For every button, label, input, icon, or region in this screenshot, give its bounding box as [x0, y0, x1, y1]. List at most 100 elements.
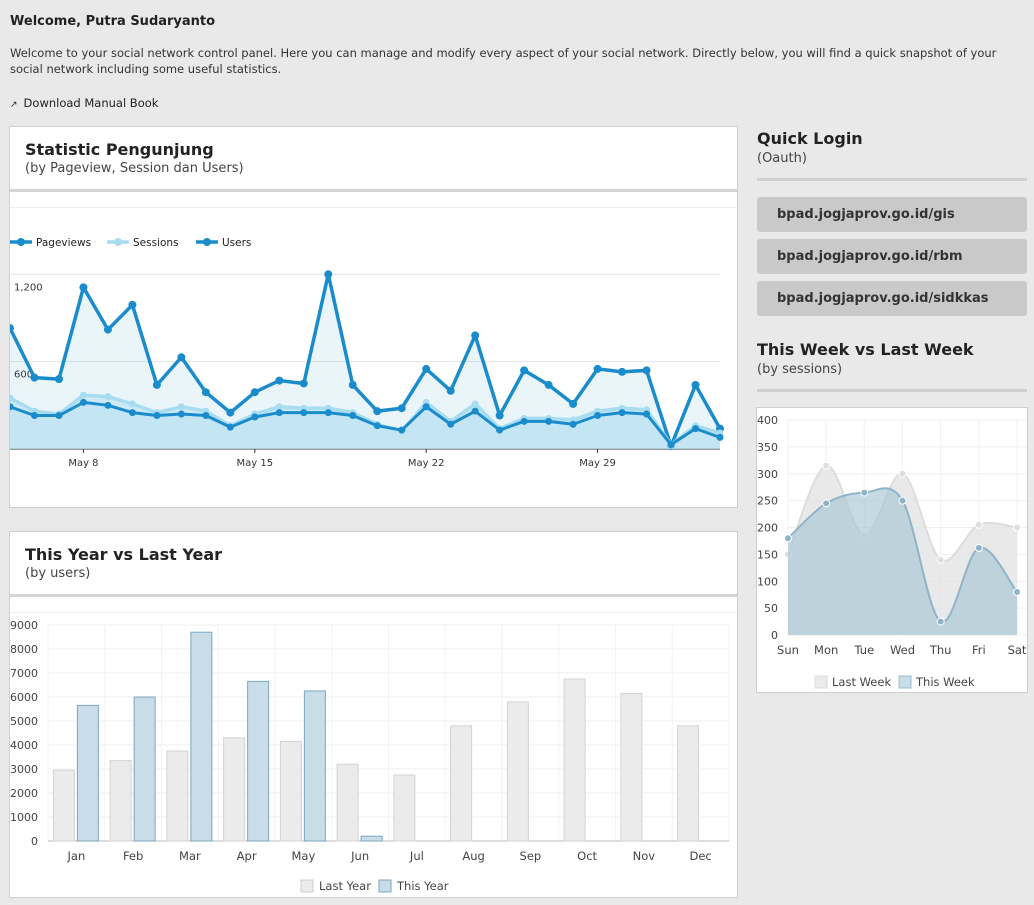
visitor-statistics-chart: 1,200600May 8May 15May 22May 29Pageviews…: [10, 207, 737, 469]
pageviews-point: [250, 388, 259, 397]
x-tick-label: Sun: [777, 643, 799, 657]
last-year-bar: [279, 740, 302, 842]
pageviews-point: [642, 366, 651, 375]
pageviews-point: [54, 375, 63, 384]
pageviews-point: [544, 380, 553, 389]
x-tick-label: Wed: [890, 643, 915, 657]
users-point: [716, 433, 724, 441]
x-tick-label: May 29: [579, 458, 616, 469]
pageviews-point: [103, 325, 112, 334]
last-week-point: [936, 555, 945, 564]
last-week-point: [898, 469, 907, 478]
quick-login-divider: [757, 178, 1027, 181]
download-manual-link[interactable]: ↗ Download Manual Book: [10, 96, 158, 110]
y-tick-label: 50: [764, 602, 778, 615]
statistic-panel: Statistic Pengunjung (by Pageview, Sessi…: [9, 126, 738, 508]
y-tick-label: 3000: [10, 763, 38, 776]
users-point: [618, 409, 626, 417]
y-tick-label: 1,200: [14, 282, 43, 293]
x-tick-label: Tue: [854, 643, 875, 657]
legend-label: Pageviews: [36, 237, 91, 249]
last-year-bar: [166, 750, 189, 842]
this-week-point: [898, 496, 907, 505]
x-tick-label: Jan: [67, 849, 86, 863]
this-year-bar: [133, 696, 156, 842]
x-tick-label: Feb: [123, 849, 143, 863]
legend-swatch-last-year: [300, 879, 314, 893]
pageviews-point: [10, 324, 14, 333]
y-tick-label: 7000: [10, 667, 38, 680]
legend-swatch-point: [203, 238, 211, 246]
x-tick-label: May 15: [237, 458, 274, 469]
pageviews-point: [299, 379, 308, 388]
x-tick-label: May: [291, 849, 315, 863]
intro-text: Welcome to your social network control p…: [10, 46, 997, 76]
pageviews-point: [422, 364, 431, 373]
pageviews-point: [691, 380, 700, 389]
pageviews-point: [128, 300, 137, 309]
year-comparison-chart: 0 1000 2000 3000 4000 5000 6000 7000 8000 9000 Jan…: [10, 612, 737, 893]
sessions-point: [177, 403, 185, 411]
legend-swatch-this-year: [378, 879, 392, 893]
users-point: [251, 413, 259, 421]
users-point: [202, 412, 210, 420]
y-tick-label: 2000: [10, 787, 38, 800]
pageviews-point: [79, 283, 88, 292]
users-point: [667, 441, 675, 449]
x-tick-label: Aug: [462, 849, 484, 863]
users-point: [324, 409, 332, 417]
x-tick-label: Mon: [814, 643, 838, 657]
users-point: [643, 410, 651, 418]
last-year-bar: [450, 725, 473, 842]
statistic-subtitle: (by Pageview, Session dan Users): [25, 161, 244, 176]
this-week-point: [1013, 588, 1021, 596]
this-week-point: [974, 543, 983, 552]
external-link-icon: ↗: [10, 100, 18, 110]
year-panel: This Year vs Last Year (by users) 0 1000 2…: [9, 531, 738, 898]
x-tick-label: Sep: [520, 849, 542, 863]
sessions-point: [128, 400, 136, 408]
x-tick-label: Mar: [179, 849, 201, 863]
legend-label: This Week: [915, 675, 975, 689]
users-point: [30, 412, 38, 420]
x-tick-label: Nov: [633, 849, 656, 863]
users-point: [226, 423, 234, 431]
login-link-gis[interactable]: bpad.jogjaprov.go.id/gis: [757, 197, 1027, 232]
legend-swatch-point: [114, 238, 122, 246]
x-tick-label: Dec: [689, 849, 711, 863]
pageviews-point: [373, 407, 382, 416]
x-tick-label: May 8: [68, 458, 98, 469]
legend-label: Last Year: [319, 879, 371, 893]
login-link-sidkkas[interactable]: bpad.jogjaprov.go.id/sidkkas: [757, 281, 1027, 316]
this-week-point: [936, 617, 945, 626]
x-tick-label: Fri: [972, 643, 986, 657]
pageviews-point: [495, 411, 504, 420]
y-tick-label: 6000: [10, 691, 38, 704]
users-point: [153, 412, 161, 420]
users-point: [104, 401, 112, 409]
x-tick-label: Sat: [1008, 643, 1027, 657]
pageviews-point: [275, 376, 284, 385]
x-tick-label: Oct: [577, 849, 597, 863]
users-point: [128, 409, 136, 417]
this-year-bar: [247, 680, 270, 842]
users-point: [496, 426, 504, 434]
year-divider: [10, 594, 737, 597]
users-point: [545, 417, 553, 425]
users-point: [79, 398, 87, 406]
legend-label: Sessions: [133, 237, 179, 249]
pageviews-point: [593, 364, 602, 373]
last-year-bar: [223, 737, 246, 842]
this-week-point: [784, 534, 792, 543]
users-point: [692, 425, 700, 433]
legend-swatch-last-week: [814, 675, 828, 689]
legend-label: This Year: [396, 879, 449, 893]
last-year-bar: [506, 701, 529, 842]
pageviews-point: [30, 373, 39, 382]
y-tick-label: 300: [757, 468, 778, 481]
users-point: [300, 409, 308, 417]
this-year-bar: [190, 631, 213, 842]
login-link-rbm[interactable]: bpad.jogjaprov.go.id/rbm: [757, 239, 1027, 274]
pageviews-point: [446, 386, 455, 395]
pageviews-point: [569, 399, 578, 408]
